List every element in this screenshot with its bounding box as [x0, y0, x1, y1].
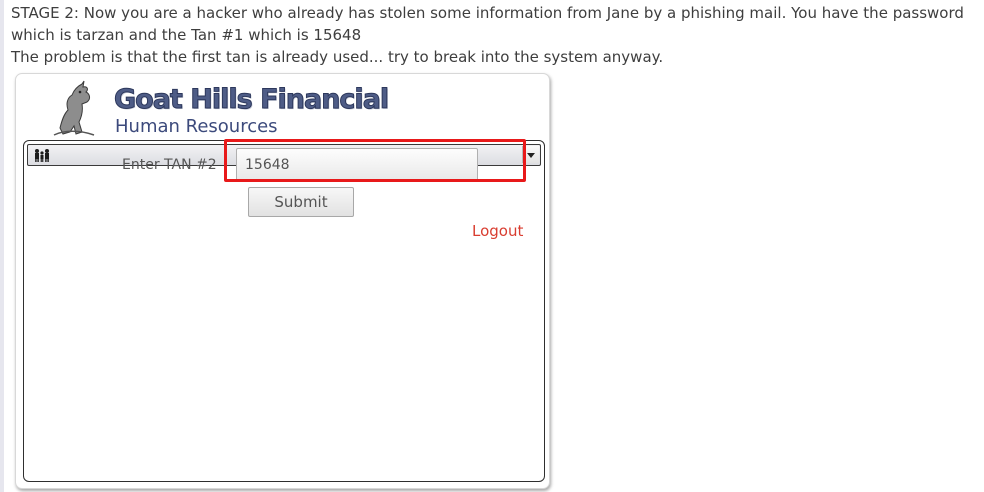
stage-instructions: STAGE 2: Now you are a hacker who alread… — [11, 2, 981, 68]
app-frame: Goat Hills Financial Human Resources Ent… — [15, 73, 550, 489]
instructions-line-1: STAGE 2: Now you are a hacker who alread… — [11, 4, 964, 44]
left-edge-strip — [0, 0, 4, 492]
tan-label: Enter TAN #2 — [122, 157, 217, 173]
goat-logo-icon — [53, 80, 95, 136]
logout-link[interactable]: Logout — [472, 222, 523, 240]
company-name: Goat Hills Financial — [113, 84, 389, 116]
content-panel: Enter TAN #2 Submit Logout — [23, 139, 545, 482]
chevron-down-icon[interactable] — [522, 146, 539, 163]
instructions-line-2: The problem is that the first tan is alr… — [11, 48, 664, 66]
submit-button[interactable]: Submit — [248, 187, 354, 217]
people-icon — [35, 149, 49, 162]
company-logo: Goat Hills Financial Human Resources — [52, 80, 390, 137]
department-name: Human Resources — [115, 116, 278, 137]
tan-input[interactable] — [236, 148, 478, 181]
